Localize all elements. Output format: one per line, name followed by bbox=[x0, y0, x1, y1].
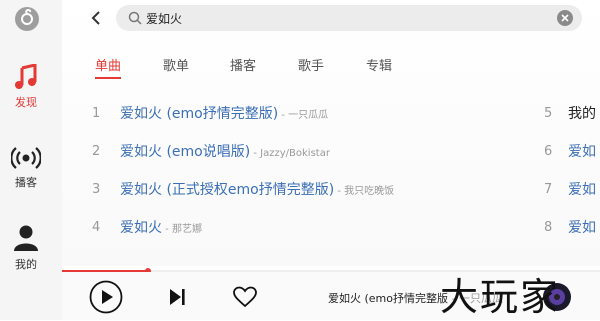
next-track-button[interactable] bbox=[167, 286, 187, 308]
song-title: 爱如 bbox=[568, 144, 596, 160]
sidebar-item-podcast[interactable]: 播客 bbox=[0, 146, 52, 190]
sidebar-item-mine[interactable]: 我的 bbox=[0, 224, 52, 272]
song-number: 7 bbox=[544, 182, 553, 197]
song-title: 爱如 bbox=[568, 220, 596, 236]
song-row[interactable]: 8 爱如 bbox=[544, 217, 600, 237]
song-title: 爱如火 (正式授权emo抒情完整版) - 我只吃晚饭 bbox=[120, 182, 395, 198]
tab-albums[interactable]: 专辑 bbox=[366, 55, 392, 74]
tab-artists[interactable]: 歌手 bbox=[298, 55, 324, 74]
music-note-icon bbox=[15, 64, 37, 89]
sidebar: 发现 播客 我的 bbox=[0, 0, 62, 320]
tab-playlists[interactable]: 歌单 bbox=[163, 55, 189, 74]
sidebar-item-label: 我的 bbox=[15, 258, 37, 271]
song-number: 4 bbox=[92, 220, 101, 235]
song-row[interactable]: 6 爱如 bbox=[544, 141, 600, 161]
song-number: 6 bbox=[544, 144, 553, 159]
song-artist: - 我只吃晚饭 bbox=[334, 186, 395, 197]
search-results-panel: 爱如火 单曲 歌单 播客 歌手 专辑 1 爱如火 (emo抒情完整版) - 一只… bbox=[62, 0, 600, 266]
song-row[interactable]: 5 我的 bbox=[544, 103, 600, 123]
song-number: 8 bbox=[544, 220, 553, 235]
song-number: 2 bbox=[92, 144, 101, 159]
active-tab-indicator bbox=[95, 77, 121, 79]
sidebar-item-discover[interactable]: 发现 bbox=[0, 64, 52, 110]
broadcast-icon bbox=[11, 147, 41, 169]
clear-search-icon[interactable] bbox=[556, 9, 574, 27]
watermark: 大玩家 bbox=[440, 275, 561, 319]
now-playing-title: 爱如火 (emo抒情完整版 bbox=[328, 292, 449, 305]
tab-podcasts[interactable]: 播客 bbox=[230, 55, 256, 74]
tab-singles[interactable]: 单曲 bbox=[95, 55, 121, 79]
song-number: 5 bbox=[544, 106, 553, 121]
search-input[interactable]: 爱如火 bbox=[116, 5, 582, 31]
search-icon bbox=[128, 11, 142, 25]
like-heart-icon[interactable] bbox=[233, 286, 257, 308]
sidebar-item-label: 发现 bbox=[15, 96, 37, 109]
song-title: 我的 bbox=[568, 106, 596, 122]
song-artist: - 一只瓜瓜 bbox=[278, 110, 329, 121]
netease-music-logo-icon[interactable] bbox=[14, 6, 40, 32]
song-artist: - Jazzy/Bokistar bbox=[250, 148, 330, 159]
song-number: 3 bbox=[92, 182, 101, 197]
search-query: 爱如火 bbox=[146, 12, 183, 26]
song-row[interactable]: 7 爱如 bbox=[544, 179, 600, 199]
sidebar-item-label: 播客 bbox=[15, 176, 37, 189]
user-icon bbox=[14, 225, 38, 251]
back-arrow-icon[interactable] bbox=[88, 8, 104, 28]
play-button[interactable] bbox=[89, 280, 123, 314]
song-title: 爱如火 - 那艺娜 bbox=[120, 220, 202, 236]
song-title: 爱如火 (emo抒情完整版) - 一只瓜瓜 bbox=[120, 106, 329, 122]
song-artist: - 那艺娜 bbox=[162, 224, 202, 235]
song-title: 爱如火 (emo说唱版) - Jazzy/Bokistar bbox=[120, 144, 330, 160]
song-number: 1 bbox=[92, 106, 101, 121]
song-title: 爱如 bbox=[568, 182, 596, 198]
